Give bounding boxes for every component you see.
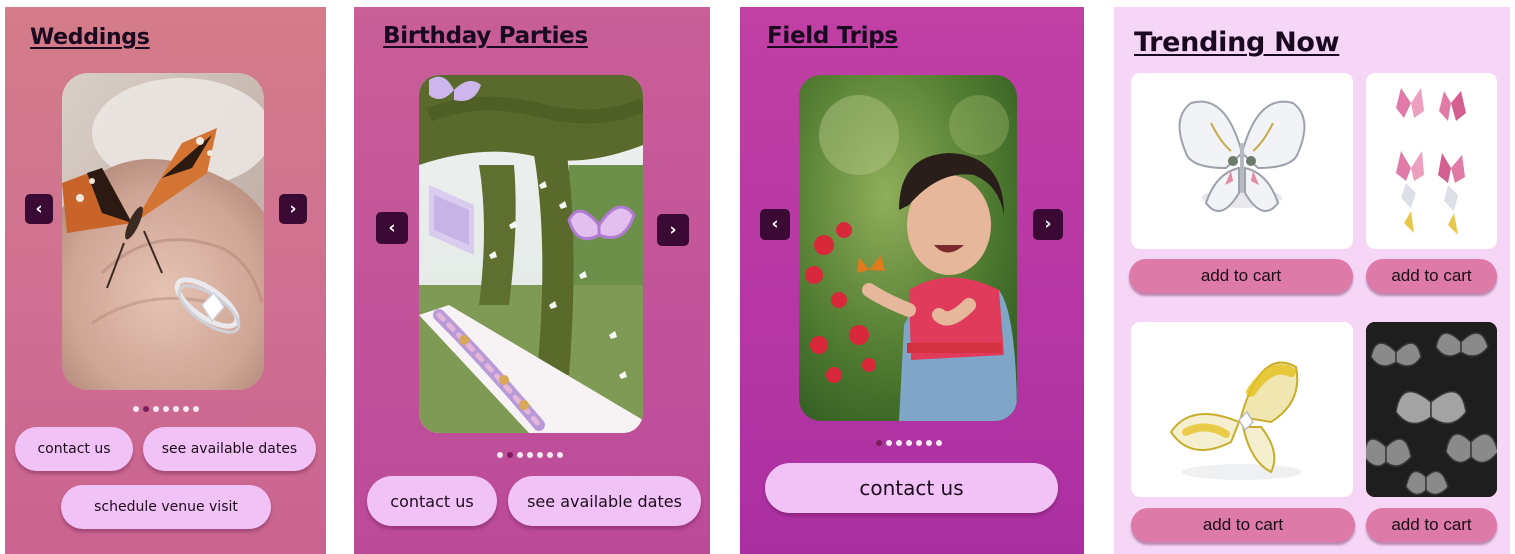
weddings-dates-button[interactable]: see available dates xyxy=(143,427,316,471)
field-trips-next-button[interactable]: › xyxy=(1033,209,1063,240)
butterfly-on-hand-image xyxy=(62,73,264,390)
carousel-dot[interactable] xyxy=(547,452,553,458)
carousel-dot[interactable] xyxy=(886,440,892,446)
carousel-dot-active[interactable] xyxy=(876,440,882,446)
add-to-cart-button[interactable]: add to cart xyxy=(1129,259,1353,293)
weddings-prev-button[interactable]: ‹ xyxy=(25,194,53,224)
carousel-dot[interactable] xyxy=(896,440,902,446)
add-to-cart-button[interactable]: add to cart xyxy=(1366,259,1497,293)
garden-party-image xyxy=(419,75,643,433)
carousel-dot[interactable] xyxy=(173,406,179,412)
carousel-dot[interactable] xyxy=(537,452,543,458)
carousel-dot[interactable] xyxy=(517,452,523,458)
add-to-cart-button[interactable]: add to cart xyxy=(1131,508,1355,542)
butterfly-ring-icon xyxy=(1178,100,1306,212)
carousel-dot[interactable] xyxy=(916,440,922,446)
birthday-next-button[interactable]: › xyxy=(657,214,689,246)
weddings-panel: Weddings ‹ › contact us see available da… xyxy=(5,7,326,554)
carousel-dot[interactable] xyxy=(527,452,533,458)
child-with-butterfly-image xyxy=(799,75,1017,421)
birthday-panel: Birthday Parties ‹ › contact us see avai… xyxy=(354,7,710,554)
yellow-butterfly-ring-icon xyxy=(1169,361,1302,480)
carousel-dot[interactable] xyxy=(153,406,159,412)
field-trips-contact-button[interactable]: contact us xyxy=(765,463,1058,513)
birthday-photo xyxy=(419,75,643,433)
birthday-prev-button[interactable]: ‹ xyxy=(376,212,408,244)
carousel-dot-active[interactable] xyxy=(143,406,149,412)
weddings-heading: Weddings xyxy=(30,25,150,50)
birthday-dates-button[interactable]: see available dates xyxy=(508,476,701,526)
weddings-next-button[interactable]: › xyxy=(279,194,307,224)
weddings-photo xyxy=(62,73,264,390)
carousel-dot[interactable] xyxy=(936,440,942,446)
trending-heading: Trending Now xyxy=(1134,27,1340,58)
butterfly-pattern-icon xyxy=(1366,322,1497,497)
product-card[interactable] xyxy=(1131,322,1353,497)
carousel-dot[interactable] xyxy=(183,406,189,412)
carousel-dot[interactable] xyxy=(497,452,503,458)
product-card[interactable] xyxy=(1366,322,1497,497)
carousel-dot-active[interactable] xyxy=(507,452,513,458)
weddings-visit-button[interactable]: schedule venue visit xyxy=(61,485,271,529)
product-card[interactable] xyxy=(1131,73,1353,249)
pink-earrings-icon xyxy=(1396,88,1466,235)
field-trips-photo xyxy=(799,75,1017,421)
carousel-dot[interactable] xyxy=(557,452,563,458)
add-to-cart-button[interactable]: add to cart xyxy=(1366,508,1497,542)
carousel-dot[interactable] xyxy=(906,440,912,446)
birthday-contact-button[interactable]: contact us xyxy=(367,476,497,526)
field-trips-prev-button[interactable]: ‹ xyxy=(760,209,790,240)
field-trips-carousel-dots xyxy=(876,440,942,446)
product-card[interactable] xyxy=(1366,73,1497,249)
birthday-carousel-dots xyxy=(497,452,563,458)
trending-panel: Trending Now add to cart add to cart add… xyxy=(1114,7,1510,554)
field-trips-heading: Field Trips xyxy=(767,23,898,49)
carousel-dot[interactable] xyxy=(193,406,199,412)
weddings-contact-button[interactable]: contact us xyxy=(15,427,133,471)
carousel-dot[interactable] xyxy=(926,440,932,446)
weddings-carousel-dots xyxy=(133,406,199,412)
carousel-dot[interactable] xyxy=(163,406,169,412)
field-trips-panel: Field Trips ‹ › contact us xyxy=(740,7,1084,554)
carousel-dot[interactable] xyxy=(133,406,139,412)
birthday-heading: Birthday Parties xyxy=(383,23,588,49)
